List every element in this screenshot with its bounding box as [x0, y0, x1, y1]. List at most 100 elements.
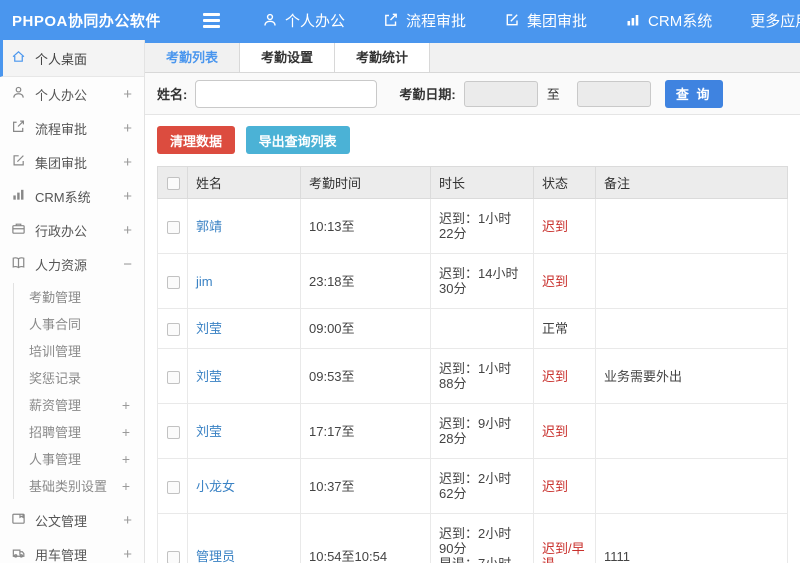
employee-name-link[interactable]: 刘莹	[196, 369, 222, 384]
employee-name-link[interactable]: 刘莹	[196, 424, 222, 439]
chart-icon	[625, 12, 641, 28]
employee-name-link[interactable]: 小龙女	[196, 479, 235, 494]
expand-plus-icon[interactable]: +	[123, 154, 132, 171]
expand-plus-icon[interactable]: +	[123, 512, 132, 529]
employee-name-link[interactable]: jim	[196, 274, 213, 289]
sidebar-item-vehicle-mgmt[interactable]: 用车管理 +	[0, 537, 144, 563]
status-cell: 迟到/早退	[533, 513, 596, 563]
duration-cell: 迟到：9小时28分	[430, 403, 534, 460]
sidebar-item-admin-office[interactable]: 行政办公 +	[0, 213, 144, 247]
row-checkbox[interactable]	[167, 550, 180, 563]
flow-icon	[11, 119, 35, 137]
date-to-input[interactable]	[576, 80, 651, 107]
tab-attendance-list[interactable]: 考勤列表	[145, 43, 241, 72]
expand-plus-icon[interactable]: +	[122, 397, 130, 413]
nav-group-approval[interactable]: 集团审批	[504, 10, 587, 31]
table-row: 刘莹 09:00至 正常	[157, 307, 788, 350]
hr-submenu: 考勤管理 人事合同 培训管理 奖惩记录 薪资管理 + 招聘管理 + 人事管理 + 基础…	[13, 283, 144, 499]
row-checkbox[interactable]	[167, 220, 180, 234]
briefcase-icon	[11, 221, 35, 239]
nav-personal-office[interactable]: 个人办公	[262, 10, 345, 31]
expand-plus-icon[interactable]: +	[122, 424, 130, 440]
attendance-time: 17:17至	[300, 403, 431, 460]
sidebar-subitem-recruit-mgmt[interactable]: 招聘管理 +	[14, 418, 144, 445]
home-icon	[11, 49, 35, 67]
flow-icon	[383, 12, 399, 28]
employee-name-link[interactable]: 刘莹	[196, 321, 222, 336]
sidebar-item-personal-office[interactable]: 个人办公 +	[0, 77, 144, 111]
sidebar-item-group-approval[interactable]: 集团审批 +	[0, 145, 144, 179]
export-list-button[interactable]: 导出查询列表	[245, 126, 350, 154]
top-header-bar: PHPOA协同办公软件 个人办公 流程审批 集团审批 CRM系统 更多应用	[0, 0, 800, 40]
row-checkbox[interactable]	[167, 425, 180, 439]
duration-cell	[430, 307, 534, 350]
sidebar-item-workflow-approval[interactable]: 流程审批 +	[0, 111, 144, 145]
note-cell	[595, 307, 788, 350]
row-checkbox[interactable]	[167, 323, 180, 337]
tab-attendance-settings[interactable]: 考勤设置	[240, 43, 336, 72]
sidebar-item-document-mgmt[interactable]: 公文管理 +	[0, 503, 144, 537]
col-name: 姓名	[187, 166, 301, 199]
select-all-checkbox[interactable]	[167, 177, 180, 191]
attendance-time: 10:37至	[300, 458, 431, 515]
sidebar-subitem-salary-mgmt[interactable]: 薪资管理 +	[14, 391, 144, 418]
sidebar-subitem-attendance-mgmt[interactable]: 考勤管理	[14, 283, 144, 310]
status-cell: 迟到	[533, 198, 596, 254]
table-header-row: 姓名 考勤时间 时长 状态 备注	[157, 166, 788, 199]
expand-plus-icon[interactable]: +	[123, 222, 132, 239]
menu-toggle-icon[interactable]	[203, 12, 220, 28]
clean-data-button[interactable]: 清理数据	[157, 126, 236, 154]
col-time: 考勤时间	[300, 166, 431, 199]
attendance-time: 09:53至	[300, 348, 431, 405]
sidebar-item-desktop[interactable]: 个人桌面	[0, 40, 144, 77]
tab-bar: 考勤列表 考勤设置 考勤统计	[145, 43, 800, 73]
expand-plus-icon[interactable]: +	[123, 546, 132, 563]
nav-more-apps[interactable]: 更多应用	[750, 10, 800, 31]
edit-icon	[504, 12, 520, 28]
nav-crm-system[interactable]: CRM系统	[625, 10, 712, 31]
expand-plus-icon[interactable]: +	[123, 86, 132, 103]
user-icon	[11, 85, 35, 103]
employee-name-link[interactable]: 郭靖	[196, 219, 222, 234]
col-status: 状态	[533, 166, 596, 199]
table-row: jim 23:18至 迟到：14小时30分 迟到	[157, 253, 788, 309]
name-input[interactable]	[195, 79, 378, 108]
sidebar-subitem-reward-record[interactable]: 奖惩记录	[14, 364, 144, 391]
nav-workflow-approval[interactable]: 流程审批	[383, 10, 466, 31]
expand-plus-icon[interactable]: +	[123, 120, 132, 137]
sidebar-subitem-training-mgmt[interactable]: 培训管理	[14, 337, 144, 364]
app-logo[interactable]: PHPOA协同办公软件	[0, 10, 160, 31]
search-button[interactable]: 查 询	[664, 79, 723, 108]
duration-cell: 迟到：2小时90分早退：7小时10分	[430, 513, 534, 563]
sidebar-item-crm[interactable]: CRM系统 +	[0, 179, 144, 213]
duration-cell: 迟到：14小时30分	[430, 253, 534, 309]
expand-plus-icon[interactable]: +	[123, 188, 132, 205]
expand-plus-icon[interactable]: +	[122, 451, 130, 467]
sidebar-subitem-personnel-mgmt[interactable]: 人事管理 +	[14, 445, 144, 472]
main-content: 考勤列表 考勤设置 考勤统计 姓名: 考勤日期: 至 查 询 清理数据 导出查询…	[145, 40, 800, 563]
attendance-time: 10:54至10:54	[300, 513, 431, 563]
attendance-time: 23:18至	[300, 253, 431, 309]
sidebar: 个人桌面 个人办公 + 流程审批 + 集团审批 + CRM系统 + 行政办公 +	[0, 40, 145, 563]
duration-cell: 迟到：2小时62分	[430, 458, 534, 515]
row-checkbox[interactable]	[167, 480, 180, 494]
sidebar-item-hr[interactable]: 人力资源 −	[0, 247, 144, 281]
user-icon	[262, 12, 278, 28]
edit-icon	[11, 153, 35, 171]
note-cell	[595, 253, 788, 309]
sidebar-subitem-base-category[interactable]: 基础类别设置 +	[14, 472, 144, 499]
sidebar-subitem-hr-contract[interactable]: 人事合同	[14, 310, 144, 337]
row-checkbox[interactable]	[167, 370, 180, 384]
expand-plus-icon[interactable]: +	[122, 478, 130, 494]
row-checkbox[interactable]	[167, 275, 180, 289]
tab-attendance-stats[interactable]: 考勤统计	[335, 43, 431, 72]
top-navigation: 个人办公 流程审批 集团审批 CRM系统 更多应用	[262, 10, 800, 31]
note-cell	[595, 458, 788, 515]
collapse-minus-icon[interactable]: −	[123, 256, 132, 273]
date-to-separator: 至	[546, 87, 560, 102]
status-cell: 迟到	[533, 348, 596, 405]
date-from-input[interactable]	[463, 80, 538, 107]
car-icon	[11, 545, 35, 563]
employee-name-link[interactable]: 管理员	[196, 549, 235, 563]
attendance-table: 姓名 考勤时间 时长 状态 备注 郭靖 10:13至 迟到：1小时22分 迟到	[157, 166, 788, 563]
